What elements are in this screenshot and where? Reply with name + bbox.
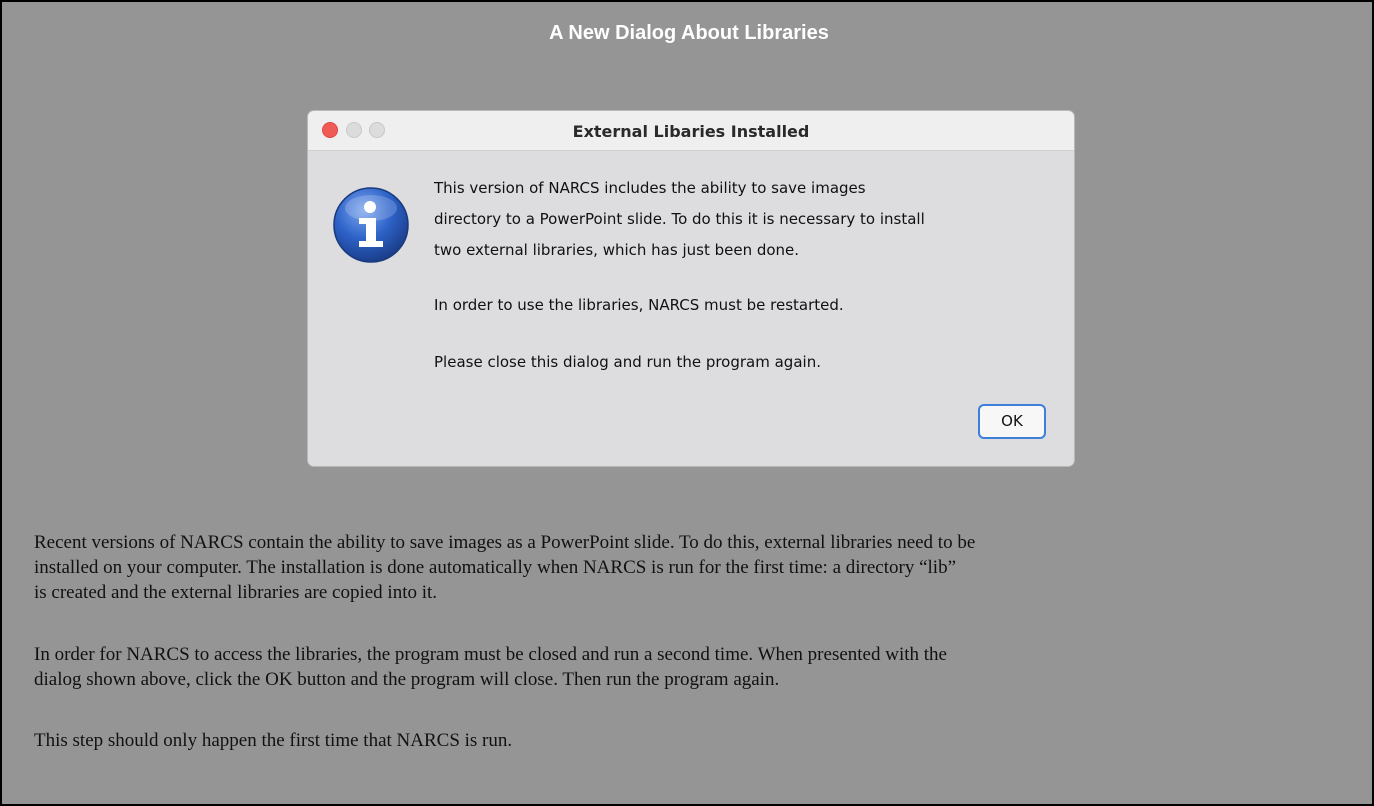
paragraph-line: dialog shown above, click the OK button …	[34, 669, 780, 690]
dialog-close-note: Please close this dialog and run the pro…	[434, 353, 821, 371]
dialog-titlebar: External Libaries Installed	[308, 111, 1074, 151]
ok-button[interactable]: OK	[978, 404, 1046, 439]
page-title: A New Dialog About Libraries	[549, 22, 829, 44]
dialog-restart-note: In order to use the libraries, NARCS mus…	[434, 296, 844, 314]
paragraph-line: is created and the external libraries ar…	[34, 582, 438, 603]
slide-frame: A New Dialog About Libraries External Li…	[0, 0, 1374, 806]
dialog-message-line: two external libraries, which has just b…	[434, 241, 800, 259]
paragraph-line: Recent versions of NARCS contain the abi…	[34, 532, 976, 553]
paragraph-line: installed on your computer. The installa…	[34, 557, 957, 578]
paragraph-line: This step should only happen the first t…	[34, 730, 513, 751]
paragraph-line: In order for NARCS to access the librari…	[34, 644, 947, 665]
dialog-window: External Libaries Installed This version…	[308, 111, 1074, 466]
info-icon	[333, 187, 409, 263]
dialog-message-line: This version of NARCS includes the abili…	[434, 179, 866, 197]
dialog-message-line: directory to a PowerPoint slide. To do t…	[434, 210, 925, 228]
dialog-title: External Libaries Installed	[572, 122, 810, 141]
